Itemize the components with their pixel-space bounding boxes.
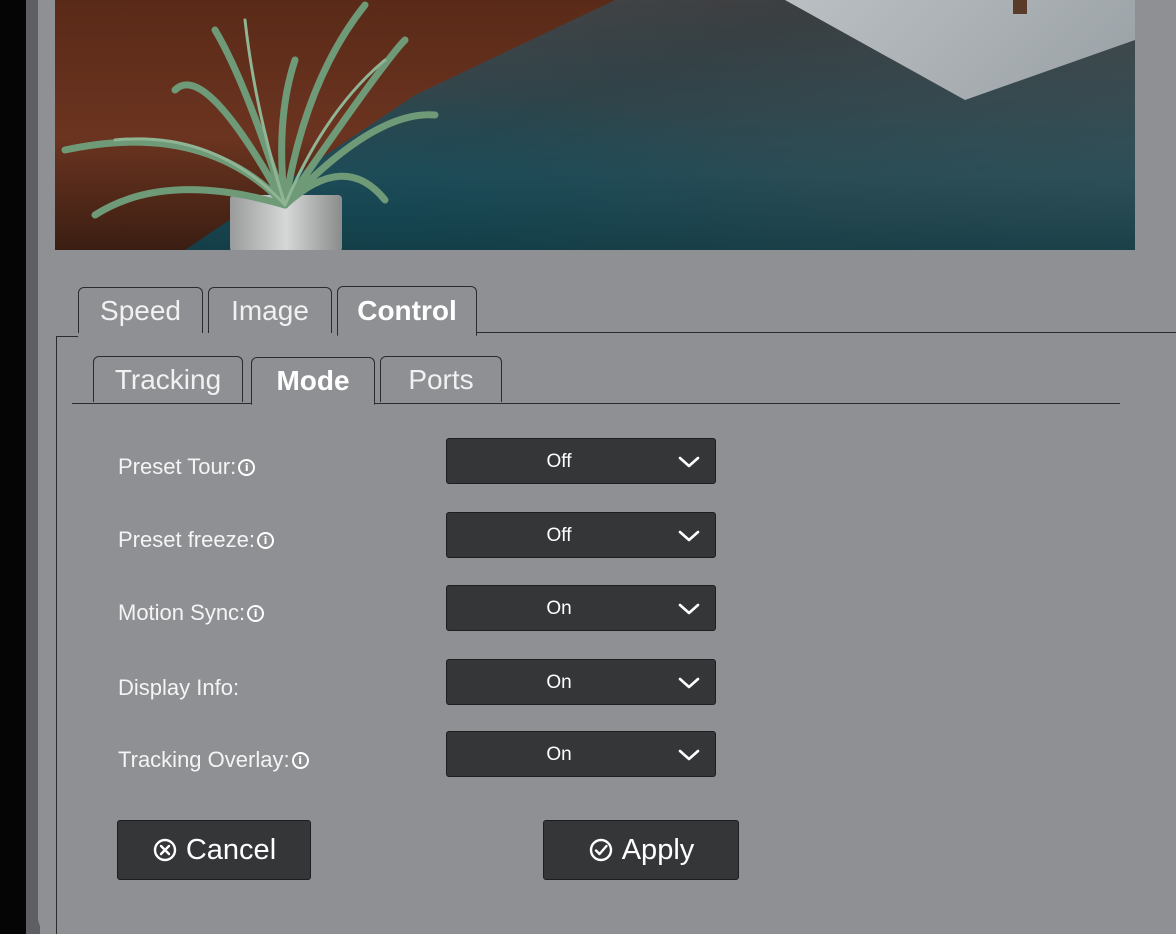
subtab-mode-label: Mode — [276, 365, 350, 396]
window-edge — [0, 0, 26, 934]
subtab-tracking[interactable]: Tracking — [93, 356, 243, 402]
chevron-down-icon — [678, 603, 700, 615]
tab-control-label: Control — [357, 295, 457, 326]
preset-tour-select[interactable]: Off — [446, 438, 716, 484]
tab-bar-divider — [476, 332, 1176, 333]
display-info-select[interactable]: On — [446, 659, 716, 705]
info-icon[interactable]: i — [256, 531, 274, 549]
info-icon[interactable]: i — [247, 604, 265, 622]
plant-image — [61, 1, 439, 219]
tab-image[interactable]: Image — [208, 287, 332, 333]
subtab-bar-divider — [374, 403, 1120, 404]
preset-freeze-select[interactable]: Off — [446, 512, 716, 558]
display-info-value: On — [546, 672, 572, 693]
tab-control[interactable]: Control — [337, 286, 477, 336]
subtab-tracking-label: Tracking — [114, 363, 222, 395]
preset-freeze-label: Preset freeze: i — [118, 525, 274, 555]
preset-tour-label: Preset Tour: i — [118, 452, 256, 482]
chevron-down-icon — [678, 677, 700, 689]
camera-preview — [55, 0, 1135, 250]
subtab-ports[interactable]: Ports — [380, 356, 502, 402]
info-icon[interactable]: i — [291, 751, 309, 769]
motion-sync-select[interactable]: On — [446, 585, 716, 631]
cancel-button[interactable]: Cancel — [117, 820, 311, 880]
circle-x-icon — [153, 838, 177, 862]
chevron-down-icon — [678, 530, 700, 542]
motion-sync-label: Motion Sync: i — [118, 598, 265, 628]
circle-check-icon — [589, 838, 612, 862]
info-icon[interactable]: i — [238, 458, 256, 476]
tracking-overlay-value: On — [546, 744, 572, 765]
tab-image-label: Image — [231, 294, 309, 326]
preset-tour-value: Off — [546, 451, 572, 472]
subtab-ports-label: Ports — [408, 363, 474, 395]
apply-button-label: Apply — [621, 833, 695, 866]
tab-content-border — [56, 336, 57, 934]
cancel-button-label: Cancel — [185, 833, 277, 866]
tab-speed-label: Speed — [100, 294, 181, 326]
subtab-mode[interactable]: Mode — [251, 357, 375, 405]
chevron-down-icon — [678, 456, 700, 468]
chevron-down-icon — [678, 749, 700, 761]
display-info-label: Display Info: — [118, 675, 240, 700]
tab-speed[interactable]: Speed — [78, 287, 203, 333]
preset-freeze-value: Off — [546, 525, 572, 546]
motion-sync-value: On — [546, 598, 572, 619]
apply-button[interactable]: Apply — [543, 820, 739, 880]
tracking-overlay-select[interactable]: On — [446, 731, 716, 777]
tracking-overlay-label: Tracking Overlay: i — [118, 745, 309, 775]
